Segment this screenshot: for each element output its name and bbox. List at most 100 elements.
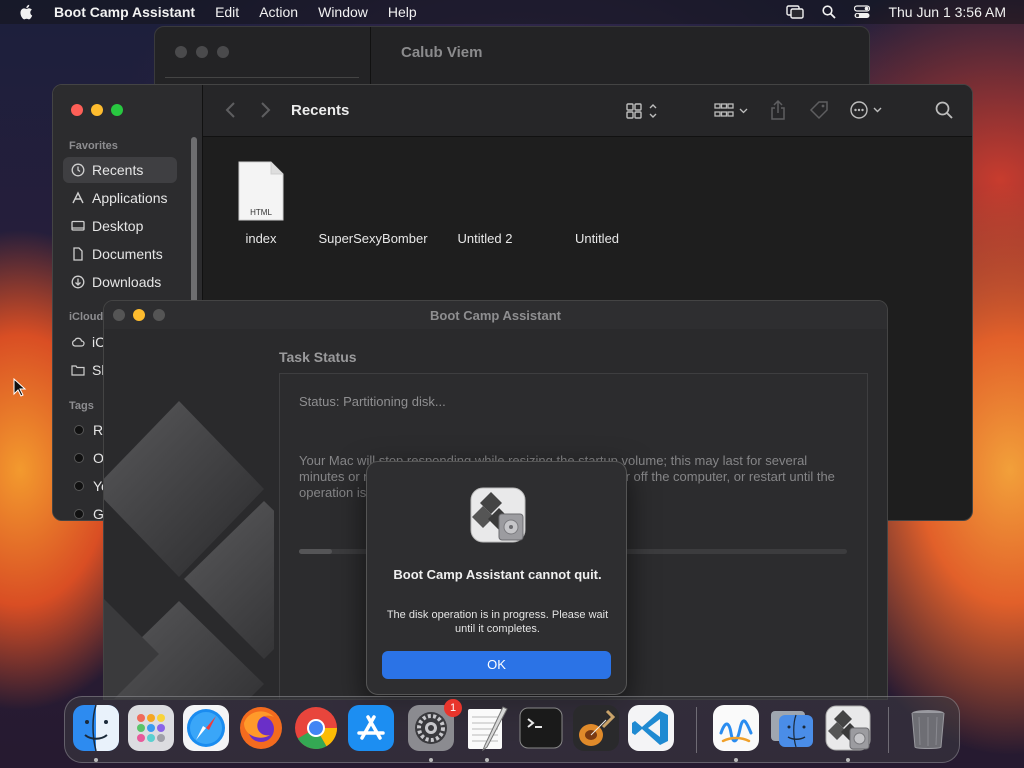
- sidebar-item-documents[interactable]: Documents: [63, 241, 177, 267]
- dock: 1: [64, 696, 960, 763]
- close-button[interactable]: [175, 46, 187, 58]
- menu-edit[interactable]: Edit: [215, 4, 239, 20]
- sidebar-item-downloads[interactable]: Downloads: [63, 269, 177, 295]
- menu-action[interactable]: Action: [259, 4, 298, 20]
- dock-vscode[interactable]: [628, 705, 674, 751]
- terminal-icon: [519, 707, 563, 749]
- file-type-badge: HTML: [250, 208, 272, 217]
- bootcamp-diamond-logo: [104, 401, 274, 699]
- sidebar-item-label: Downloads: [92, 274, 162, 290]
- dock-app-store[interactable]: [348, 705, 394, 751]
- html-file-icon: HTML: [238, 161, 284, 221]
- dock-firefox[interactable]: [238, 705, 284, 751]
- alert-dialog: Boot Camp Assistant cannot quit. The dis…: [366, 461, 627, 695]
- desktop-icon: [71, 220, 85, 231]
- progress-fill: [299, 549, 332, 554]
- file-name: Untitled 2: [457, 231, 513, 246]
- clock-icon: [71, 163, 85, 177]
- minimize-button[interactable]: [91, 104, 103, 116]
- dock-terminal[interactable]: [518, 705, 564, 751]
- window-title: Boot Camp Assistant: [430, 308, 561, 323]
- tags-heading: Tags: [69, 400, 94, 412]
- forward-chevron-icon[interactable]: [259, 101, 271, 119]
- file-item-supersexybomber[interactable]: SuperSexyBomber: [318, 231, 428, 247]
- dock-garageband[interactable]: [573, 705, 619, 751]
- tag-dot: [74, 509, 84, 519]
- minimize-button[interactable]: [196, 46, 208, 58]
- tag-icon[interactable]: [808, 99, 830, 121]
- background-window[interactable]: Calub Viem: [154, 26, 870, 87]
- chrome-icon: [295, 707, 337, 750]
- document-icon: [73, 247, 83, 261]
- dock-trash[interactable]: [905, 705, 951, 751]
- window-controls: [71, 104, 123, 116]
- back-chevron-icon[interactable]: [225, 101, 237, 119]
- zoom-button[interactable]: [217, 46, 229, 58]
- file-item-untitled-2[interactable]: Untitled 2: [430, 231, 540, 247]
- dock-system-settings[interactable]: 1: [408, 699, 462, 751]
- vscode-icon: [628, 705, 674, 751]
- mouse-cursor-icon: [13, 378, 27, 397]
- finder-icon: [73, 704, 119, 752]
- sidebar-item-recents[interactable]: Recents: [63, 157, 177, 183]
- menu-help[interactable]: Help: [388, 4, 417, 20]
- finder-toolbar: Recents: [203, 85, 972, 137]
- window-controls-inactive[interactable]: [175, 46, 229, 58]
- control-center-icon[interactable]: [854, 5, 871, 19]
- tag-dot: [74, 453, 84, 463]
- file-name: SuperSexyBomber: [318, 231, 428, 246]
- bootcamp-app-icon: [470, 487, 526, 543]
- menubar-clock[interactable]: Thu Jun 1 3:56 AM: [888, 4, 1006, 20]
- dock-freeform[interactable]: [713, 705, 759, 751]
- alert-title: Boot Camp Assistant cannot quit.: [393, 567, 602, 582]
- sidebar-item-applications[interactable]: Applications: [63, 185, 177, 211]
- spotlight-search-icon[interactable]: [822, 5, 837, 19]
- sidebar-item-label: Desktop: [92, 218, 144, 234]
- zoom-button[interactable]: [111, 104, 123, 116]
- app-store-icon: [348, 705, 394, 751]
- file-name: Untitled: [574, 231, 620, 246]
- tag-dot: [74, 481, 84, 491]
- apple-menu-icon[interactable]: [18, 3, 36, 21]
- bootcamp-icon: [825, 705, 871, 751]
- task-status-heading: Task Status: [279, 349, 357, 365]
- shared-folder-icon: [71, 365, 85, 376]
- close-button[interactable]: [71, 104, 83, 116]
- textedit-icon: [468, 706, 508, 752]
- menu-app-name[interactable]: Boot Camp Assistant: [54, 4, 195, 20]
- sidebar-item-desktop[interactable]: Desktop: [63, 213, 177, 239]
- view-grid-icon[interactable]: [625, 101, 661, 121]
- menu-window[interactable]: Window: [318, 4, 368, 20]
- running-indicator: [485, 758, 489, 762]
- dock-separator: [696, 707, 697, 753]
- window-titlebar: Boot Camp Assistant: [104, 301, 887, 329]
- dock-launchpad[interactable]: [128, 705, 174, 751]
- group-by-icon[interactable]: [713, 101, 751, 121]
- status-text: Status: Partitioning disk...: [299, 394, 446, 409]
- window-title: Calub Viem: [401, 44, 483, 61]
- finder-title: Recents: [291, 102, 350, 119]
- divider: [370, 27, 371, 87]
- favorites-heading: Favorites: [69, 140, 118, 152]
- guitar-icon: [573, 705, 619, 751]
- sidebar-item-label: Recents: [92, 162, 144, 178]
- search-icon[interactable]: [935, 101, 953, 119]
- tag-dot: [74, 425, 84, 435]
- migration-assistant-icon: [771, 711, 813, 748]
- file-item-index[interactable]: HTML index: [206, 161, 316, 247]
- screen-mirroring-icon[interactable]: [786, 5, 805, 19]
- dock-textedit[interactable]: [463, 705, 509, 752]
- dock-safari[interactable]: [183, 705, 229, 751]
- file-item-untitled[interactable]: Untitled: [542, 231, 652, 247]
- icloud-heading: iCloud: [69, 311, 104, 323]
- dock-chrome[interactable]: [293, 705, 339, 751]
- dock-bootcamp[interactable]: [825, 705, 871, 751]
- share-icon[interactable]: [769, 99, 787, 121]
- dock-finder[interactable]: [73, 704, 119, 752]
- running-indicator: [734, 758, 738, 762]
- freeform-icon: [713, 705, 759, 751]
- dock-migration-assistant[interactable]: [769, 705, 815, 751]
- ok-button[interactable]: OK: [382, 651, 611, 679]
- more-actions-icon[interactable]: [849, 100, 887, 120]
- firefox-icon: [240, 707, 282, 749]
